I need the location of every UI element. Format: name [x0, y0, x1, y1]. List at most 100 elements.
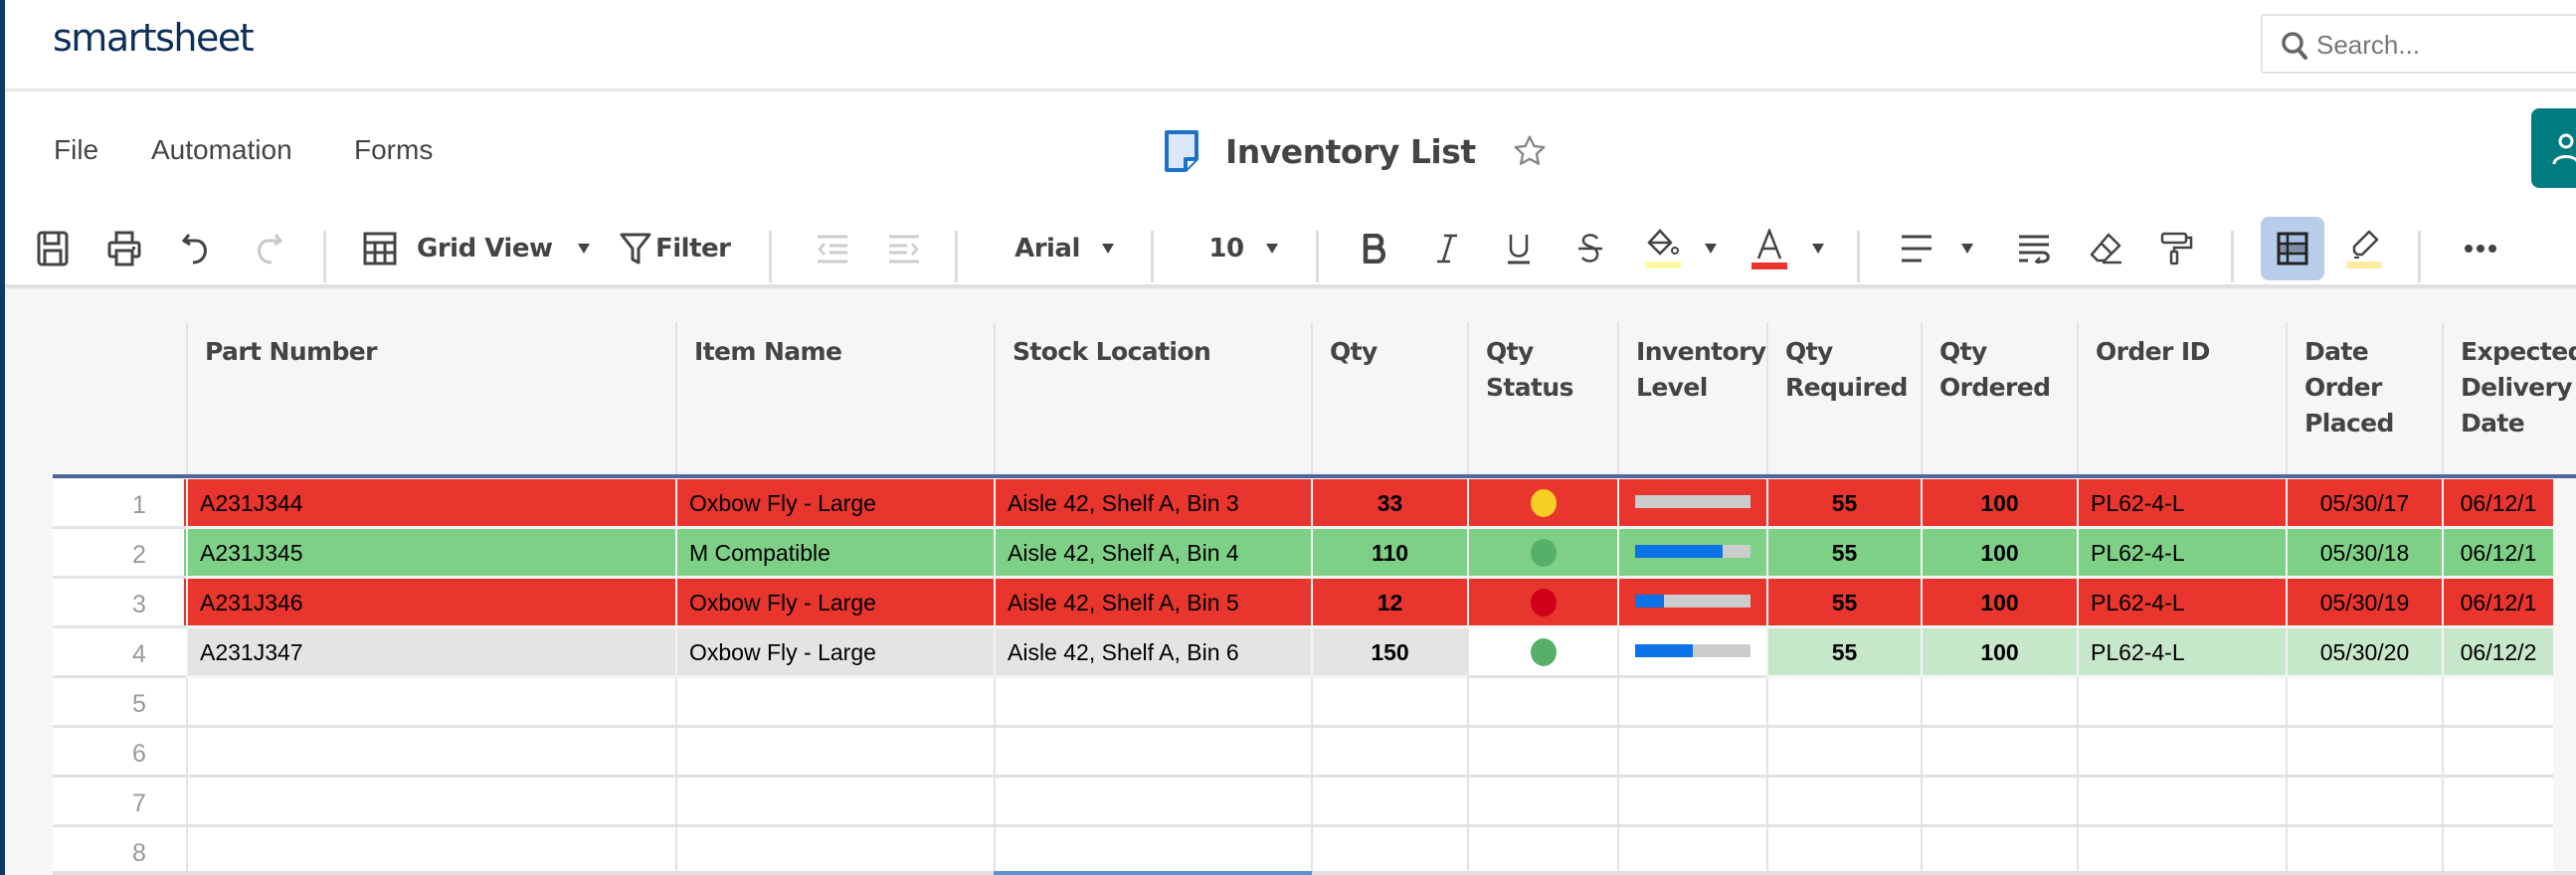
cell-inventory-level[interactable]: [1617, 479, 1766, 529]
cell-qty-status[interactable]: [1467, 479, 1617, 529]
search-input[interactable]: [2316, 26, 2575, 64]
cell-item-name[interactable]: Oxbow Fly - Large: [675, 579, 994, 628]
cell-expected-delivery-date[interactable]: 06/12/2: [2442, 628, 2553, 678]
cell-inventory-level[interactable]: [1617, 728, 1766, 778]
cell-date-order-placed[interactable]: [2286, 827, 2442, 875]
cell-qty-required[interactable]: [1766, 827, 1921, 875]
cell-qty-required[interactable]: 55: [1766, 529, 1921, 579]
search-box[interactable]: [2261, 14, 2576, 74]
print-button[interactable]: [102, 224, 146, 273]
cell-order-id[interactable]: [2077, 827, 2286, 875]
cell-order-id[interactable]: [2077, 678, 2286, 728]
column-header-stock-location[interactable]: Stock Location: [994, 322, 1311, 476]
cell-qty-ordered[interactable]: 100: [1921, 579, 2077, 628]
cell-inventory-level[interactable]: [1617, 678, 1766, 728]
row-number[interactable]: 8: [53, 827, 186, 875]
cell-item-name[interactable]: [675, 778, 994, 827]
cell-qty[interactable]: [1311, 778, 1467, 827]
column-header-qty[interactable]: Qty: [1311, 322, 1467, 476]
row-number[interactable]: 1: [53, 479, 186, 529]
cell-qty-ordered[interactable]: [1921, 678, 2077, 728]
cell-expected-delivery-date[interactable]: [2442, 827, 2553, 875]
column-header-item-name[interactable]: Item Name: [675, 322, 994, 476]
clear-format-button[interactable]: [2084, 224, 2127, 273]
highlight-changes-button[interactable]: [2342, 224, 2386, 273]
wrap-text-button[interactable]: [2012, 224, 2056, 273]
cell-inventory-level[interactable]: [1617, 628, 1766, 678]
row-number[interactable]: 3: [53, 579, 186, 628]
cell-expected-delivery-date[interactable]: 06/12/1: [2442, 479, 2553, 529]
cell-date-order-placed[interactable]: 05/30/18: [2286, 529, 2442, 579]
cell-expected-delivery-date[interactable]: [2442, 778, 2553, 827]
cell-stock-location[interactable]: [994, 678, 1311, 728]
cell-qty-required[interactable]: 55: [1766, 579, 1921, 628]
save-button[interactable]: [31, 224, 75, 273]
more-button[interactable]: [2456, 224, 2505, 273]
column-header-date-order-placed[interactable]: Date Order Placed: [2286, 322, 2442, 476]
cell-qty-status[interactable]: [1467, 529, 1617, 579]
cell-inventory-level[interactable]: [1617, 778, 1766, 827]
underline-button[interactable]: [1497, 224, 1541, 273]
column-header-part-number[interactable]: Part Number: [186, 322, 675, 476]
cell-qty-ordered[interactable]: [1921, 827, 2077, 875]
menu-automation[interactable]: Automation: [151, 134, 292, 166]
strikethrough-button[interactable]: [1568, 224, 1612, 273]
column-header-expected-delivery-date[interactable]: Expected Delivery Date: [2442, 322, 2576, 476]
fill-color-button[interactable]: [1641, 224, 1685, 273]
cell-qty-status[interactable]: [1467, 827, 1617, 875]
star-icon[interactable]: [1512, 133, 1548, 169]
cell-date-order-placed[interactable]: [2286, 678, 2442, 728]
cell-qty-status[interactable]: [1467, 728, 1617, 778]
column-header-inventory-level[interactable]: Inventory Level: [1617, 322, 1766, 476]
cell-stock-location[interactable]: [994, 778, 1311, 827]
cell-qty-status[interactable]: [1467, 678, 1617, 728]
cell-order-id[interactable]: PL62-4-L: [2077, 529, 2286, 579]
fill-color-dropdown[interactable]: [1696, 224, 1726, 273]
cell-order-id[interactable]: [2077, 728, 2286, 778]
cell-inventory-level[interactable]: [1617, 827, 1766, 875]
cell-date-order-placed[interactable]: 05/30/19: [2286, 579, 2442, 628]
cell-order-id[interactable]: PL62-4-L: [2077, 628, 2286, 678]
sheet-title[interactable]: Inventory List: [1225, 132, 1476, 171]
cell-date-order-placed[interactable]: 05/30/20: [2286, 628, 2442, 678]
outdent-button[interactable]: [811, 224, 854, 273]
cell-qty-ordered[interactable]: [1921, 728, 2077, 778]
cell-qty[interactable]: [1311, 827, 1467, 875]
cell-qty-ordered[interactable]: [1921, 778, 2077, 827]
cell-qty[interactable]: [1311, 678, 1467, 728]
align-button[interactable]: [1895, 224, 1938, 273]
column-header-qty-required[interactable]: Qty Required: [1766, 322, 1921, 476]
share-button[interactable]: [2531, 108, 2576, 188]
cell-stock-location[interactable]: Aisle 42, Shelf A, Bin 6: [994, 628, 1311, 678]
font-size-select[interactable]: 10: [1198, 224, 1288, 273]
cell-part-number[interactable]: A231J345: [186, 529, 675, 579]
column-header-qty-status[interactable]: Qty Status: [1467, 322, 1617, 476]
cell-date-order-placed[interactable]: [2286, 778, 2442, 827]
undo-button[interactable]: [174, 224, 218, 273]
cell-date-order-placed[interactable]: [2286, 728, 2442, 778]
cell-qty-status[interactable]: [1467, 628, 1617, 678]
cell-inventory-level[interactable]: [1617, 529, 1766, 579]
italic-button[interactable]: [1425, 224, 1469, 273]
cell-part-number[interactable]: [186, 778, 675, 827]
menu-forms[interactable]: Forms: [354, 134, 433, 166]
cell-order-id[interactable]: PL62-4-L: [2077, 579, 2286, 628]
cell-part-number[interactable]: A231J347: [186, 628, 675, 678]
grid-lines-toggle[interactable]: [2261, 217, 2324, 280]
cell-qty-ordered[interactable]: 100: [1921, 479, 2077, 529]
view-selector[interactable]: Grid View: [363, 224, 592, 273]
cell-qty[interactable]: 33: [1311, 479, 1467, 529]
row-number[interactable]: 2: [53, 529, 186, 579]
redo-button[interactable]: [247, 224, 290, 273]
cell-inventory-level[interactable]: [1617, 579, 1766, 628]
column-header-order-id[interactable]: Order ID: [2077, 322, 2286, 476]
cell-qty[interactable]: 110: [1311, 529, 1467, 579]
cell-expected-delivery-date[interactable]: 06/12/1: [2442, 579, 2553, 628]
row-number[interactable]: 7: [53, 778, 186, 827]
cell-date-order-placed[interactable]: 05/30/17: [2286, 479, 2442, 529]
text-color-dropdown[interactable]: [1803, 224, 1833, 273]
cell-expected-delivery-date[interactable]: [2442, 728, 2553, 778]
cell-item-name[interactable]: [675, 678, 994, 728]
cell-part-number[interactable]: A231J344: [186, 479, 675, 529]
smartsheet-logo[interactable]: smartsheet: [53, 16, 255, 60]
